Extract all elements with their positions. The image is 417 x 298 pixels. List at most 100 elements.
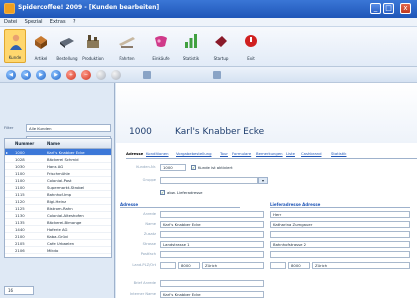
- minimize-button[interactable]: _: [370, 3, 381, 14]
- menu-spezial[interactable]: Spezial: [25, 18, 43, 27]
- customer-number-title: 1000: [129, 127, 152, 137]
- lieferadresse-checkbox[interactable]: ✓: [160, 190, 165, 195]
- cell-name: Cafe Urbaelen: [47, 241, 75, 246]
- postfach-field[interactable]: [160, 251, 264, 258]
- liefer-plz-field[interactable]: 8000: [288, 262, 310, 269]
- grid-icon[interactable]: [213, 71, 221, 79]
- col-header-name[interactable]: Name: [47, 141, 60, 146]
- order-icon: [60, 38, 74, 48]
- ribbon-bestellung[interactable]: Bestellung: [56, 29, 78, 63]
- gruppe-dropdown-button[interactable]: ▾: [258, 177, 268, 184]
- tab-statistik[interactable]: Statistik: [331, 151, 347, 156]
- liefer-zusatz-field[interactable]: [270, 231, 410, 238]
- tool-icon[interactable]: [143, 71, 151, 79]
- briefanrede-field[interactable]: [160, 280, 264, 287]
- cell-number: 1100: [15, 171, 25, 176]
- menu-help[interactable]: ?: [73, 18, 76, 27]
- table-row[interactable]: 1135 Bäckerei-Bimonge: [5, 219, 111, 226]
- ribbon-artikel[interactable]: Artikel: [30, 29, 52, 63]
- tab-konditionen[interactable]: Konditionen: [146, 151, 169, 156]
- ribbon-fahrten[interactable]: Fahrten: [116, 29, 138, 63]
- filter-select[interactable]: Alle Kunden: [26, 124, 111, 132]
- tab-cashbrand[interactable]: Cashbrand: [301, 151, 321, 156]
- plzort-label: Land-PLZ/Ort: [132, 263, 156, 267]
- close-button[interactable]: x: [400, 3, 411, 14]
- table-row[interactable]: ▸ 1000 Karl's Knabber Ecke: [5, 149, 111, 156]
- table-row[interactable]: 1100 Frischmühle: [5, 170, 111, 177]
- liefer-land-field[interactable]: [270, 262, 286, 269]
- land-field[interactable]: [160, 262, 176, 269]
- ribbon-exit[interactable]: Exit: [240, 29, 262, 63]
- tab-vorgabebestellung[interactable]: Vorgabebestellung: [176, 151, 211, 156]
- cell-number: 1100: [15, 178, 25, 183]
- ribbon-label: Kunde: [8, 55, 22, 60]
- next-record-button[interactable]: ▶: [36, 70, 46, 80]
- kurzname-field[interactable]: Karl's Knabber Ecke: [160, 291, 264, 298]
- gruppe-select[interactable]: [160, 177, 258, 184]
- previous-record-button[interactable]: ◀: [21, 70, 31, 80]
- menu-datei[interactable]: Datei: [4, 18, 17, 27]
- undo-button[interactable]: [96, 70, 106, 80]
- ribbon-einkaeufe[interactable]: Einkäufe: [150, 29, 172, 63]
- new-record-button[interactable]: +: [66, 70, 76, 80]
- ribbon-statistik[interactable]: Statistik: [180, 29, 202, 63]
- person-icon: [10, 34, 22, 50]
- maximize-button[interactable]: □: [383, 3, 394, 14]
- liefer-postfach-field[interactable]: [270, 251, 410, 258]
- tab-bemerkungen[interactable]: Bemerkungen: [256, 151, 283, 156]
- table-row[interactable]: 1125 Bistrom-Rahn: [5, 205, 111, 212]
- current-row-marker-icon: ▸: [6, 150, 9, 155]
- tab-liste[interactable]: Liste: [286, 151, 295, 156]
- filter-label: Filter: [4, 125, 14, 130]
- gruppe-label: Gruppe: [142, 178, 156, 182]
- strasse-field[interactable]: Landstrasse 1: [160, 241, 264, 248]
- tab-adresse[interactable]: Adresse: [126, 151, 143, 156]
- ribbon-kunde[interactable]: Kunde: [4, 29, 26, 63]
- cell-number: 2105: [15, 241, 25, 246]
- anrede-label: Anrede: [143, 212, 156, 216]
- table-row[interactable]: 2106 Mikdo: [5, 247, 111, 254]
- last-record-button[interactable]: ▶: [51, 70, 61, 80]
- name-field[interactable]: Karl's Knabber Ecke: [160, 221, 264, 228]
- ort-field[interactable]: Zürich: [202, 262, 264, 269]
- table-row[interactable]: 1100 Colonial-Post: [5, 177, 111, 184]
- table-row[interactable]: 2105 Cafe Urbaelen: [5, 240, 111, 247]
- delete-record-button[interactable]: −: [81, 70, 91, 80]
- tab-formulare[interactable]: Formulare: [232, 151, 251, 156]
- table-row[interactable]: 1100 Supermarkt-Strobel: [5, 184, 111, 191]
- liefer-name-field[interactable]: Katharina Zumgauer: [270, 221, 410, 228]
- table-row[interactable]: 1115 Bahnhof-Imp: [5, 191, 111, 198]
- plz-field[interactable]: 8000: [178, 262, 200, 269]
- ribbon-produktion[interactable]: Produktion: [82, 29, 104, 63]
- table-row[interactable]: 1130 Colonial-Alteshofen: [5, 212, 111, 219]
- ribbon-label: Startup: [213, 56, 229, 61]
- zusatz-field[interactable]: [160, 231, 264, 238]
- table-row[interactable]: 1030 Hans AG: [5, 163, 111, 170]
- liefer-strasse-field[interactable]: Bahnhofstrasse 2: [270, 241, 410, 248]
- liefer-anrede-field[interactable]: Herr: [270, 211, 410, 218]
- table-row[interactable]: 1120 Bigi-Heinz: [5, 198, 111, 205]
- liefer-ort-field[interactable]: Zürich: [312, 262, 410, 269]
- app-window: Spidercoffee! 2009 - [Kunden bearbeiten]…: [0, 0, 417, 298]
- aktiv-label: Kunde ist aktiviert: [198, 165, 233, 170]
- anrede-field[interactable]: [160, 211, 264, 218]
- first-record-button[interactable]: ◀: [6, 70, 16, 80]
- ribbon-label: Bestellung: [56, 56, 78, 61]
- cell-number: 2106: [15, 248, 25, 253]
- ribbon-toolbar: Kunde Artikel Bestellung Produktion Fahr…: [0, 27, 417, 67]
- cell-name: Bistrom-Rahn: [47, 206, 73, 211]
- table-row[interactable]: 1440 Hoferie AG: [5, 226, 111, 233]
- kundennr-field[interactable]: 1000: [160, 164, 186, 171]
- menu-extras[interactable]: Extras: [50, 18, 66, 27]
- table-row[interactable]: 1028 Bäckerei Schmid: [5, 156, 111, 163]
- table-row[interactable]: 2100 Kaba-Grüvi: [5, 233, 111, 240]
- first-icon: ◀: [9, 72, 13, 78]
- col-header-number[interactable]: Nummer: [15, 141, 34, 146]
- ribbon-startup[interactable]: Startup: [210, 29, 232, 63]
- save-button[interactable]: [111, 70, 121, 80]
- aktiv-checkbox[interactable]: ✓: [191, 165, 196, 170]
- cell-number: 1440: [15, 227, 25, 232]
- tab-tour[interactable]: Tour: [220, 151, 228, 156]
- cell-number: 2100: [15, 234, 25, 239]
- lieferadresse-label: abw. Lieferadresse: [167, 190, 203, 195]
